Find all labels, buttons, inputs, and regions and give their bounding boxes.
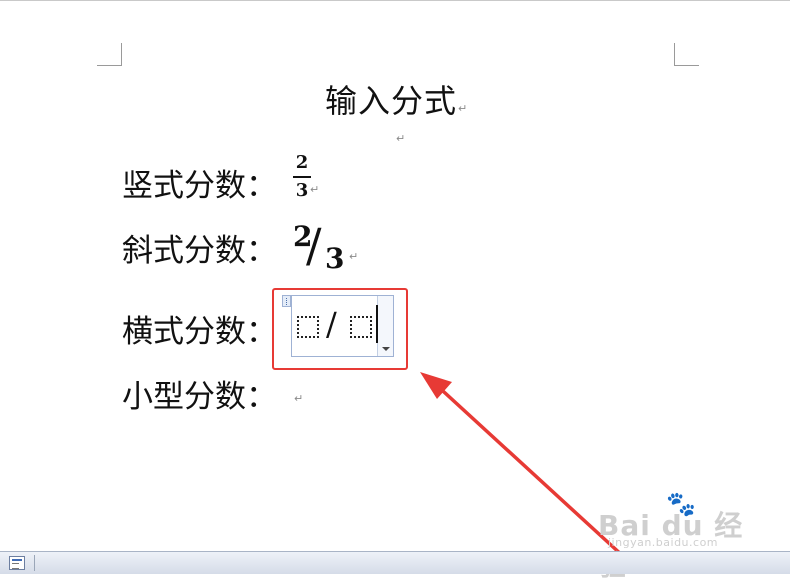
annotation-arrow (420, 372, 638, 570)
status-bar (0, 551, 790, 574)
baidu-watermark: 🐾 Bai du 经验 jingyan.baidu.com (598, 490, 768, 582)
watermark-url: jingyan.baidu.com (608, 536, 719, 549)
page-view-icon[interactable] (9, 556, 25, 570)
status-divider (34, 555, 35, 571)
